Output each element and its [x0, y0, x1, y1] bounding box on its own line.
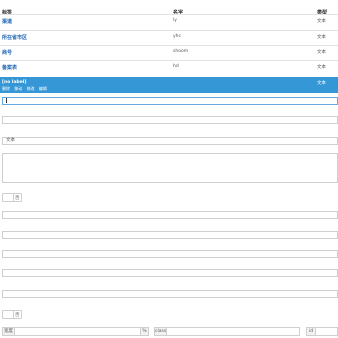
max-length-input[interactable] [2, 290, 338, 298]
min-length-input[interactable] [2, 269, 338, 277]
class-input[interactable] [166, 327, 300, 336]
placeholder-input[interactable] [2, 231, 338, 239]
edit-action[interactable]: 编辑 [39, 86, 47, 91]
text-cursor [6, 98, 7, 103]
row-divider [0, 30, 338, 31]
type-select[interactable]: 文本 [2, 137, 338, 145]
row-label[interactable]: 商号 [2, 49, 12, 56]
type-select-value: 文本 [6, 138, 15, 143]
name-input[interactable] [2, 116, 338, 124]
row-type: 文本 [317, 65, 326, 70]
move-action[interactable]: 移动 [14, 86, 22, 91]
options-textarea[interactable] [2, 153, 338, 183]
readonly-toggle[interactable]: 否 [2, 310, 22, 319]
row-name: yhc [173, 34, 181, 39]
default-value-input[interactable] [2, 211, 338, 219]
selected-table-row[interactable] [0, 77, 338, 93]
row-divider [0, 60, 338, 61]
label-input[interactable] [2, 97, 338, 105]
selected-row-type: 文本 [317, 81, 326, 86]
width-input[interactable] [14, 327, 141, 336]
id-input[interactable] [315, 327, 338, 336]
modify-action[interactable]: 修改 [27, 86, 35, 91]
required-toggle[interactable]: 否 [2, 193, 22, 202]
toggle-knob [3, 194, 14, 201]
toggle-label: 否 [15, 313, 20, 318]
row-name: ly [173, 18, 177, 23]
row-label[interactable]: 所在省市区 [2, 34, 27, 41]
header-divider [0, 14, 338, 15]
row-type: 文本 [317, 50, 326, 55]
help-text-input[interactable] [2, 250, 338, 258]
row-type: 文本 [317, 35, 326, 40]
toggle-knob [3, 311, 14, 318]
row-name: shoom [173, 49, 189, 54]
toggle-label: 否 [15, 196, 20, 201]
row-label[interactable]: 渠道 [2, 18, 12, 25]
row-actions: 删除 移动 修改 编辑 [2, 86, 50, 92]
selected-row-label: [no label] [2, 80, 27, 85]
delete-action[interactable]: 删除 [2, 86, 10, 91]
width-suffix: % [140, 327, 149, 336]
row-divider [0, 45, 338, 46]
row-type: 文本 [317, 19, 326, 24]
row-label[interactable]: 备案表 [2, 64, 17, 71]
row-name: hd [173, 64, 179, 69]
